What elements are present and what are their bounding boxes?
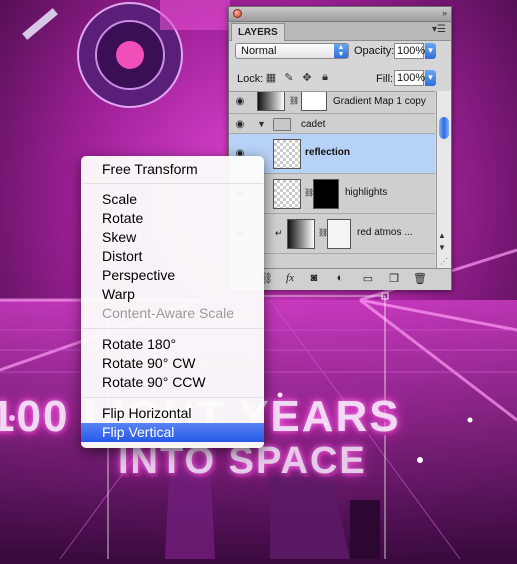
- menu-item-rotate-90-cw[interactable]: Rotate 90° CW: [81, 354, 264, 373]
- visibility-eye-icon[interactable]: ◉: [233, 119, 247, 130]
- menu-item-skew[interactable]: Skew: [81, 228, 264, 247]
- menu-item-flip-horizontal[interactable]: Flip Horizontal: [81, 404, 264, 423]
- layer-group-row[interactable]: ◉ ▼ cadet: [229, 114, 435, 134]
- lock-transparency-icon[interactable]: ▦: [265, 71, 277, 84]
- menu-item-scale[interactable]: Scale: [81, 190, 264, 209]
- folder-icon[interactable]: ▭: [361, 272, 375, 285]
- menu-separator: [82, 397, 263, 398]
- menu-item-distort[interactable]: Distort: [81, 247, 264, 266]
- mask-thumb: [313, 179, 339, 209]
- menu-separator: [82, 183, 263, 184]
- menu-item-perspective[interactable]: Perspective: [81, 266, 264, 285]
- layer-name[interactable]: reflection: [305, 147, 350, 158]
- opacity-label: Opacity:: [354, 45, 395, 57]
- layer-row[interactable]: ◉ ⛓ Gradient Map 1 copy: [229, 92, 435, 114]
- trash-icon[interactable]: 🗑︎: [413, 272, 427, 285]
- adjustment-thumb: [287, 219, 315, 249]
- resize-grip-icon[interactable]: ⋰: [440, 257, 448, 266]
- mask-thumb: [301, 92, 327, 111]
- link-icon: ⛓: [289, 96, 300, 105]
- menu-separator: [82, 328, 263, 329]
- lock-paint-icon[interactable]: ✎: [283, 71, 295, 84]
- blend-mode-value: Normal: [241, 45, 277, 57]
- tab-layers[interactable]: LAYERS: [231, 23, 285, 41]
- fill-dropdown-icon[interactable]: ▼: [425, 70, 436, 86]
- menu-item-rotate[interactable]: Rotate: [81, 209, 264, 228]
- menu-item-free-transform[interactable]: Free Transform: [81, 160, 264, 179]
- menu-item-rotate-90-ccw[interactable]: Rotate 90° CCW: [81, 373, 264, 392]
- layer-name[interactable]: red atmos ...: [357, 227, 413, 238]
- close-icon[interactable]: [233, 9, 242, 18]
- panel-tab-row: LAYERS ▾☰: [229, 22, 451, 41]
- fill-label: Fill:: [376, 73, 394, 85]
- mask-thumb: [327, 219, 351, 249]
- layer-name[interactable]: highlights: [345, 187, 387, 198]
- scroll-up-icon[interactable]: ▲: [438, 231, 446, 240]
- expand-triangle-icon[interactable]: ▼: [257, 119, 266, 129]
- folder-icon: [273, 118, 291, 131]
- menu-item-rotate-180[interactable]: Rotate 180°: [81, 335, 264, 354]
- blend-mode-select[interactable]: Normal ▲ ▼: [235, 43, 349, 59]
- clip-arrow-icon: ↵: [275, 228, 283, 238]
- layer-scrollbar[interactable]: ▲ ▼ ⋰: [436, 91, 451, 268]
- mask-icon[interactable]: ◙: [307, 272, 321, 284]
- layer-thumb: [273, 179, 301, 209]
- fill-input[interactable]: 100%: [394, 70, 425, 86]
- scroll-down-icon[interactable]: ▼: [438, 243, 446, 252]
- opacity-dropdown-icon[interactable]: ▼: [425, 43, 436, 59]
- transform-context-menu: Free Transform Scale Rotate Skew Distort…: [81, 156, 264, 448]
- layer-name[interactable]: Gradient Map 1 copy: [333, 96, 426, 107]
- layer-thumb: [273, 139, 301, 169]
- menu-item-content-aware-scale: Content-Aware Scale: [102, 305, 235, 321]
- menu-item-flip-vertical[interactable]: Flip Vertical: [81, 423, 264, 442]
- scroll-thumb[interactable]: [439, 117, 449, 139]
- menu-item-warp[interactable]: Warp: [81, 285, 264, 304]
- collapse-icon[interactable]: »: [442, 8, 447, 18]
- layer-name[interactable]: cadet: [301, 119, 325, 130]
- lock-label: Lock:: [237, 73, 264, 85]
- panel-menu-icon[interactable]: ▾☰: [432, 24, 446, 35]
- lock-position-icon[interactable]: ✥: [301, 71, 313, 84]
- adjustment-icon[interactable]: ◐: [333, 272, 347, 284]
- chevron-updown-icon: ▲ ▼: [334, 44, 348, 58]
- opacity-input[interactable]: 100%: [394, 43, 425, 59]
- panel-titlebar[interactable]: »: [229, 7, 451, 22]
- new-layer-icon[interactable]: ❐: [387, 272, 401, 285]
- visibility-eye-icon[interactable]: ◉: [233, 96, 247, 107]
- adjustment-thumb: [257, 92, 285, 111]
- lock-all-icon[interactable]: 🔒︎: [319, 71, 331, 84]
- fx-icon[interactable]: fx: [283, 272, 297, 284]
